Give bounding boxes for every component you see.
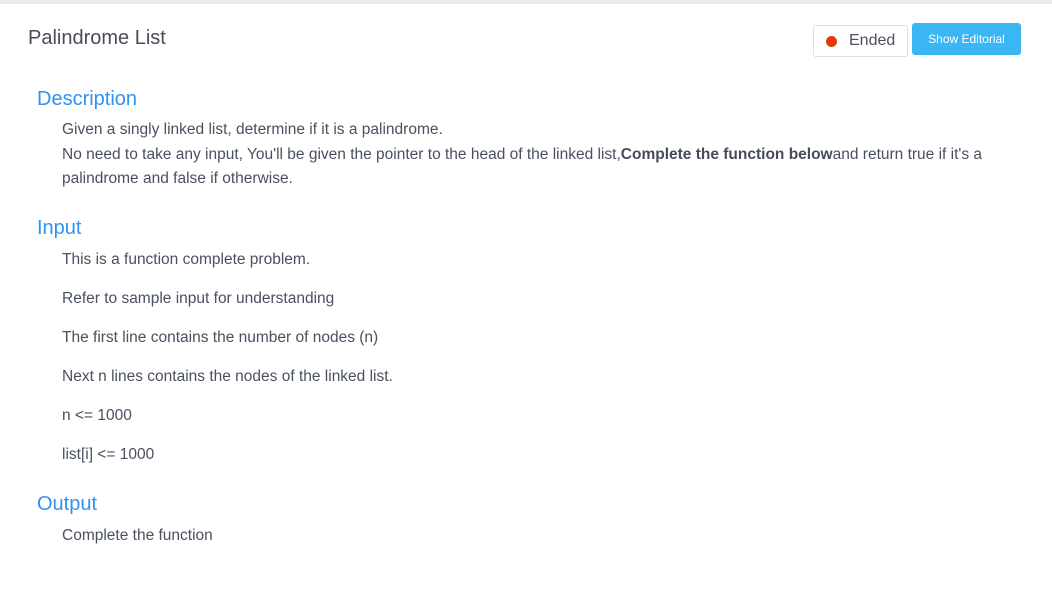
output-heading: Output	[37, 493, 98, 515]
description-heading: Description	[37, 88, 138, 110]
problem-title: Palindrome List	[28, 27, 166, 49]
description-body: Given a singly linked list, determine if…	[62, 118, 992, 192]
input-line: The first line contains the number of no…	[62, 329, 379, 346]
contest-status-badge: Ended	[813, 25, 908, 57]
input-heading: Input	[37, 217, 82, 239]
show-editorial-button[interactable]: Show Editorial	[912, 23, 1021, 55]
input-line: list[i] <= 1000	[62, 446, 155, 463]
status-label: Ended	[849, 32, 896, 49]
input-line: Next n lines contains the nodes of the l…	[62, 368, 393, 385]
input-line: n <= 1000	[62, 407, 132, 424]
input-line: This is a function complete problem.	[62, 251, 311, 268]
description-emphasis: Complete the function below	[620, 145, 833, 163]
problem-header: Palindrome List Ended Show Editorial	[0, 4, 1052, 68]
description-line-1: Given a singly linked list, determine if…	[62, 121, 443, 138]
input-line: Refer to sample input for understanding	[62, 290, 335, 307]
description-line-2: No need to take any input, You'll be giv…	[62, 143, 992, 192]
description-text-before: No need to take any input, You'll be giv…	[62, 145, 621, 163]
status-dot-icon	[826, 35, 837, 47]
output-text: Complete the function	[62, 527, 213, 544]
